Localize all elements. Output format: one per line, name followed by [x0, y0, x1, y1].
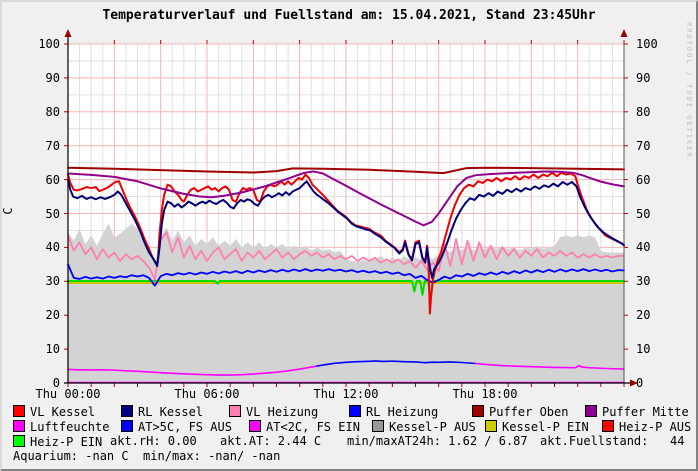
- y-axis-tick-label: 60: [2, 173, 60, 187]
- stat-akt-rh: akt.rH: 0.00: [110, 435, 197, 449]
- y-axis-tick-label-right: 60: [636, 173, 694, 187]
- y-axis-tick-label: 80: [2, 105, 60, 119]
- at-gt5-swatch: [121, 420, 133, 432]
- legend-item-rl-heizung: RL Heizung: [349, 405, 438, 419]
- puffer-mitte-swatch: [585, 405, 597, 417]
- legend-item-at-gt5: AT>5C, FS AUS: [121, 420, 232, 434]
- y-axis-tick-label: 40: [2, 240, 60, 254]
- y-axis-tick-label: 30: [2, 274, 60, 288]
- x-axis-tick-label: Thu 12:00: [301, 387, 391, 401]
- puffer-oben-swatch: [472, 405, 484, 417]
- legend-item-rl-kessel: RL Kessel: [121, 405, 203, 419]
- legend-item-vl-kessel: VL Kessel: [13, 405, 95, 419]
- legend-item-puffer-mitte: Puffer Mitte: [585, 405, 689, 419]
- y-axis-tick-label: 10: [2, 342, 60, 356]
- heiz-p-ein-swatch: [13, 435, 25, 447]
- page-title: Temperaturverlauf und Fuellstand am: 15.…: [2, 8, 696, 23]
- y-axis-tick-label-right: 20: [636, 308, 694, 322]
- y-axis-tick-label: 50: [2, 207, 60, 221]
- vl-kessel-swatch: [13, 405, 25, 417]
- rl-heizung-swatch: [349, 405, 361, 417]
- legend-item-puffer-oben: Puffer Oben: [472, 405, 568, 419]
- legend-item-vl-heizung: VL Heizung: [229, 405, 318, 419]
- x-axis-tick-label: Thu 00:00: [23, 387, 113, 401]
- legend-item-heiz-p-ein: Heiz-P EIN: [13, 435, 102, 449]
- vl-heizung-swatch: [229, 405, 241, 417]
- y-axis-tick-label: 70: [2, 139, 60, 153]
- y-axis-tick-label: 90: [2, 71, 60, 85]
- luftfeuchte-swatch: [13, 420, 25, 432]
- y-axis-tick-label-right: 0: [636, 376, 694, 390]
- y-axis-tick-label: 100: [2, 37, 60, 51]
- stat-akt-at: akt.AT: 2.44 C: [220, 435, 321, 449]
- legend-item-luftfeuchte: Luftfeuchte: [13, 420, 109, 434]
- heiz-p-aus-swatch: [602, 420, 614, 432]
- legend-item-kessel-p-aus: Kessel-P AUS: [372, 420, 476, 434]
- rrdtool-graph: Temperaturverlauf und Fuellstand am: 15.…: [0, 0, 698, 471]
- stat-minmax-at24h: min/maxAT24h: 1.62 / 6.87: [347, 435, 528, 449]
- y-axis-tick-label-right: 10: [636, 342, 694, 356]
- x-axis-tick-label: Thu 18:00: [440, 387, 530, 401]
- y-axis-tick-label: 20: [2, 308, 60, 322]
- rl-kessel-swatch: [121, 405, 133, 417]
- rrdtool-watermark: RRDTOOL / TOBI OETIKER: [685, 22, 693, 159]
- at-lt2-swatch: [249, 420, 261, 432]
- kessel-p-ein-swatch: [485, 420, 497, 432]
- legend-item-kessel-p-ein: Kessel-P EIN: [485, 420, 589, 434]
- kessel-p-aus-swatch: [372, 420, 384, 432]
- stat-akt-fuellstand: akt.Fuellstand: 44: [540, 435, 685, 449]
- y-axis-tick-label-right: 40: [636, 240, 694, 254]
- stat-aquarium: Aquarium: -nan C min/max: -nan/ -nan: [13, 450, 280, 464]
- y-axis-tick-label-right: 30: [636, 274, 694, 288]
- y-axis-tick-label-right: 50: [636, 207, 694, 221]
- x-axis-tick-label: Thu 06:00: [162, 387, 252, 401]
- legend-item-at-lt2: AT<2C, FS EIN: [249, 420, 360, 434]
- legend-item-heiz-p-aus: Heiz-P AUS: [602, 420, 691, 434]
